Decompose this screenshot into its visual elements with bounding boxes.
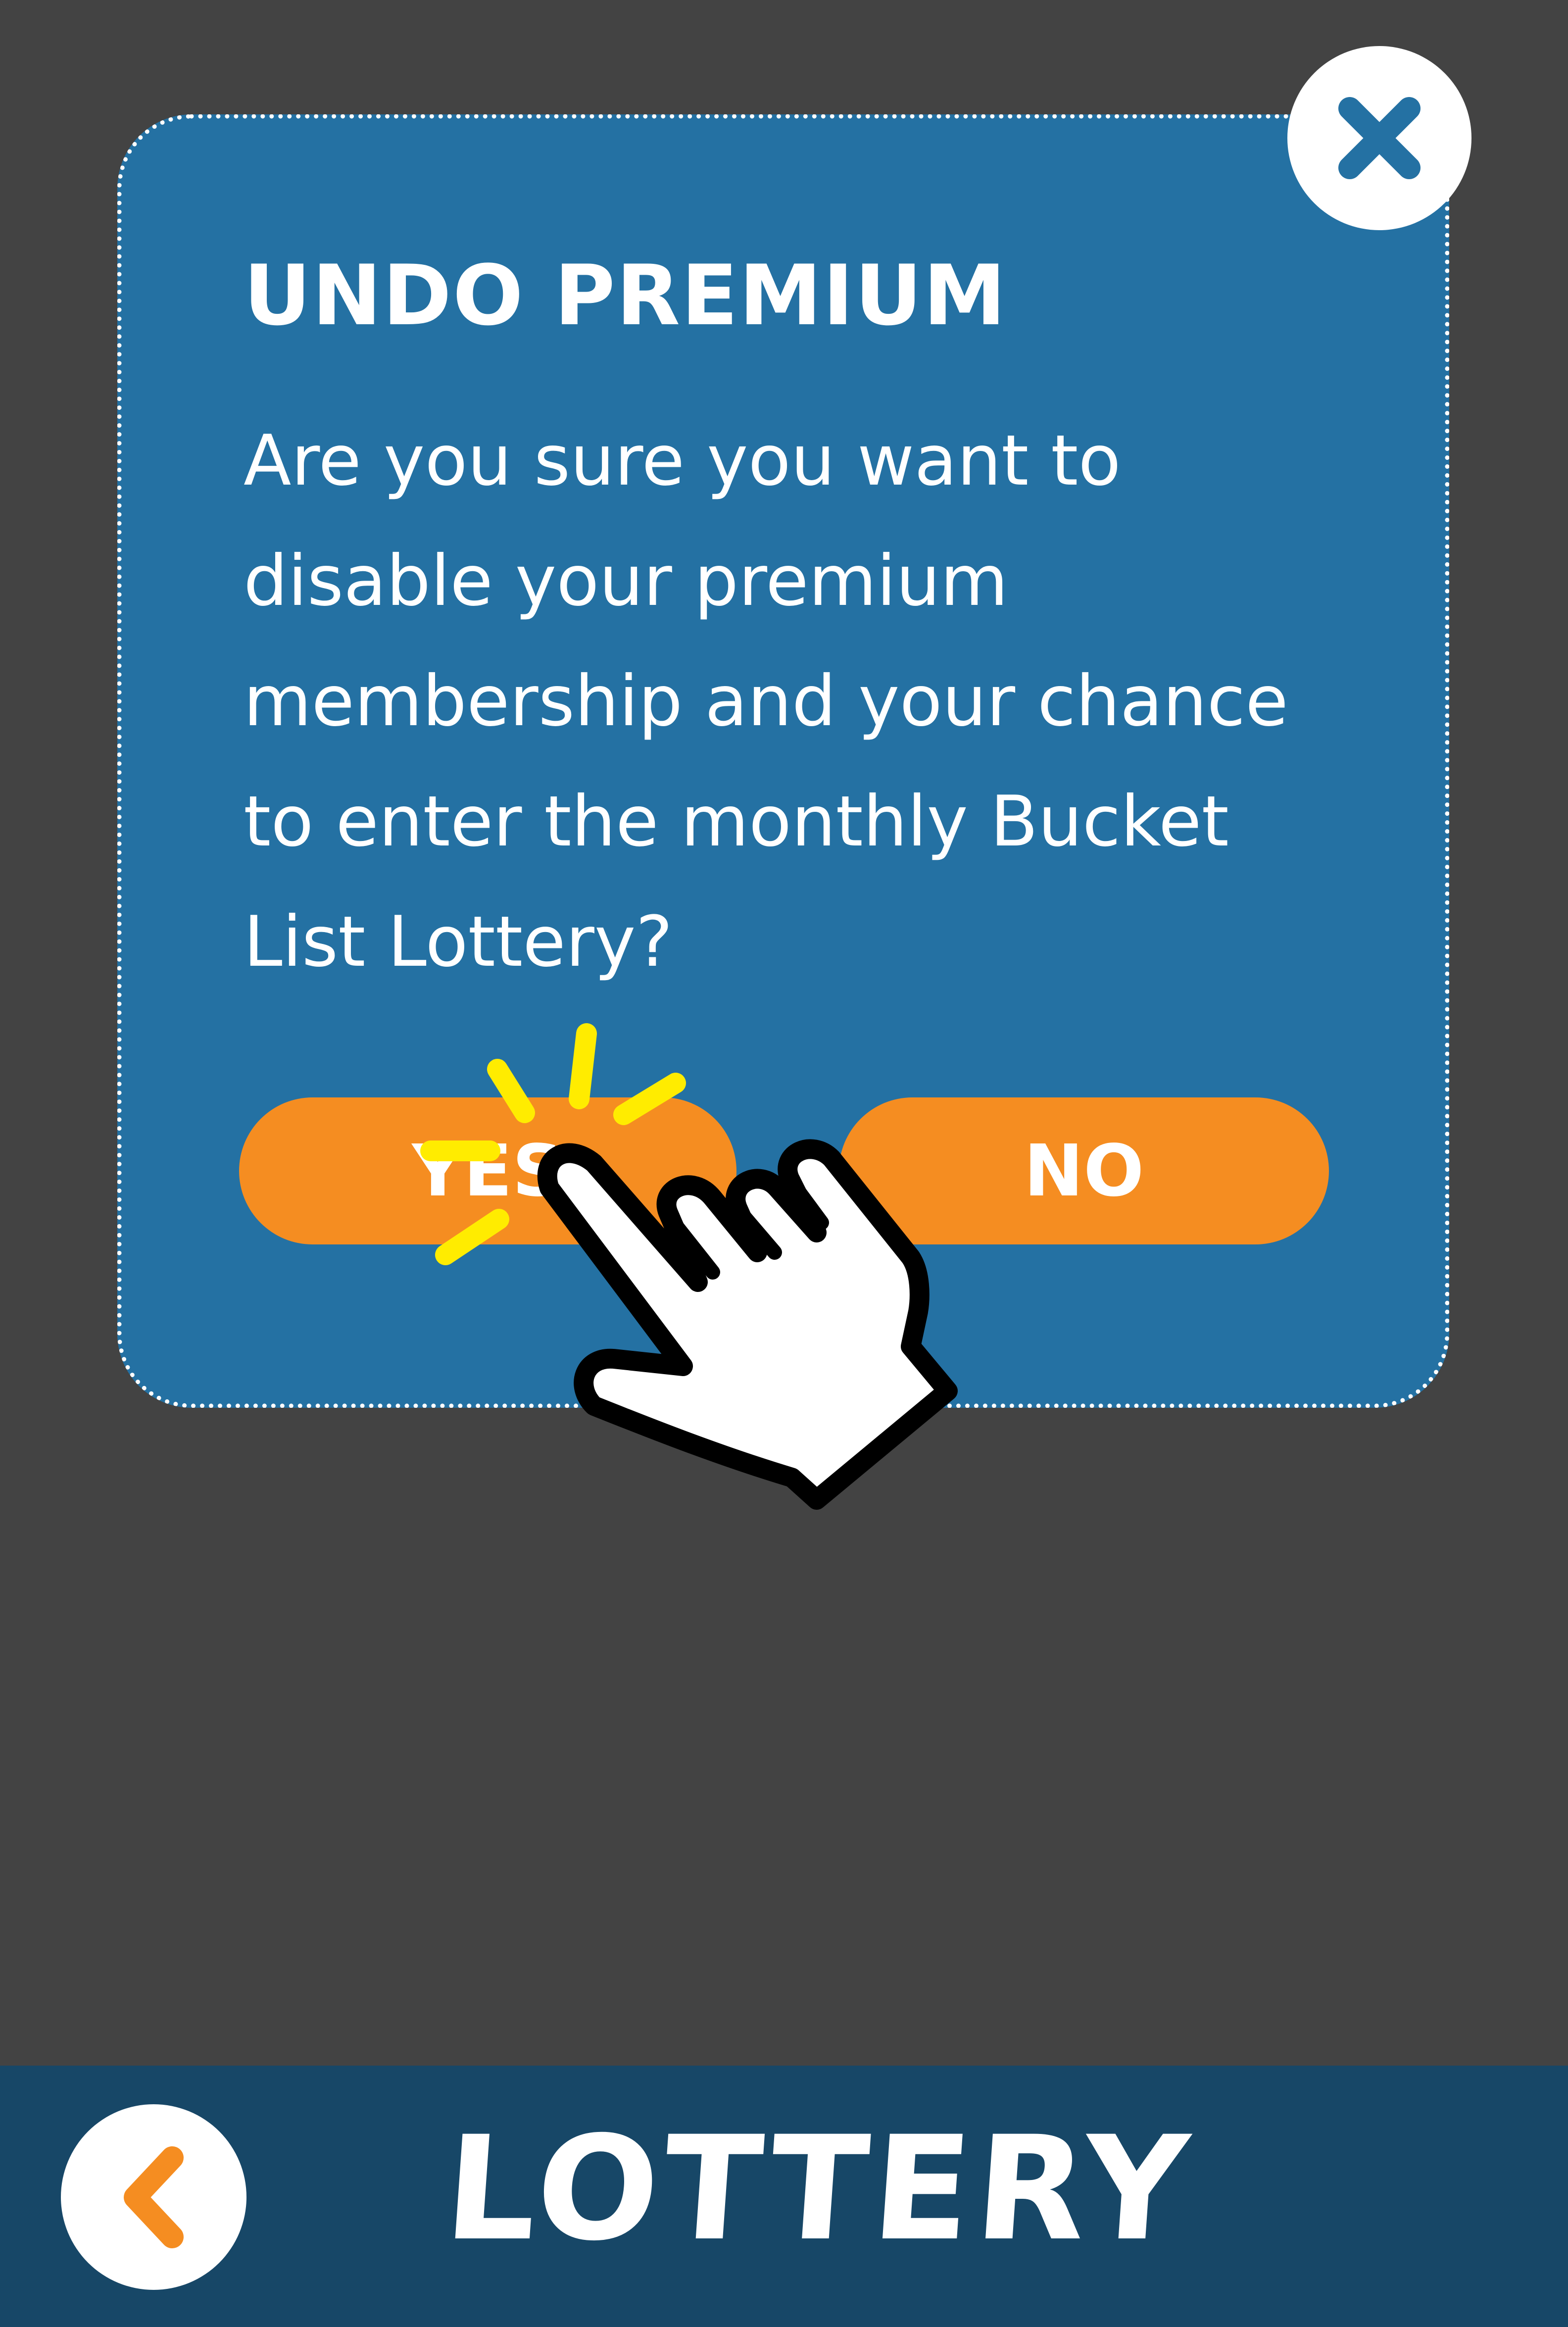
no-button[interactable]: NO xyxy=(839,1097,1329,1244)
dialog-title: UNDO PREMIUM xyxy=(244,247,1007,344)
screen: UNDO PREMIUM Are you sure you want to di… xyxy=(0,0,1568,2327)
page-title: LOTTERY xyxy=(440,2106,1198,2273)
back-button[interactable] xyxy=(61,2104,246,2290)
close-button[interactable] xyxy=(1287,46,1471,230)
close-icon xyxy=(1338,97,1421,179)
dialog-message: Are you sure you want to disable your pr… xyxy=(244,420,1288,983)
chevron-left-icon xyxy=(124,2146,184,2248)
bottom-bar: LOTTERY xyxy=(0,2066,1568,2327)
yes-button[interactable]: YES xyxy=(239,1097,736,1244)
